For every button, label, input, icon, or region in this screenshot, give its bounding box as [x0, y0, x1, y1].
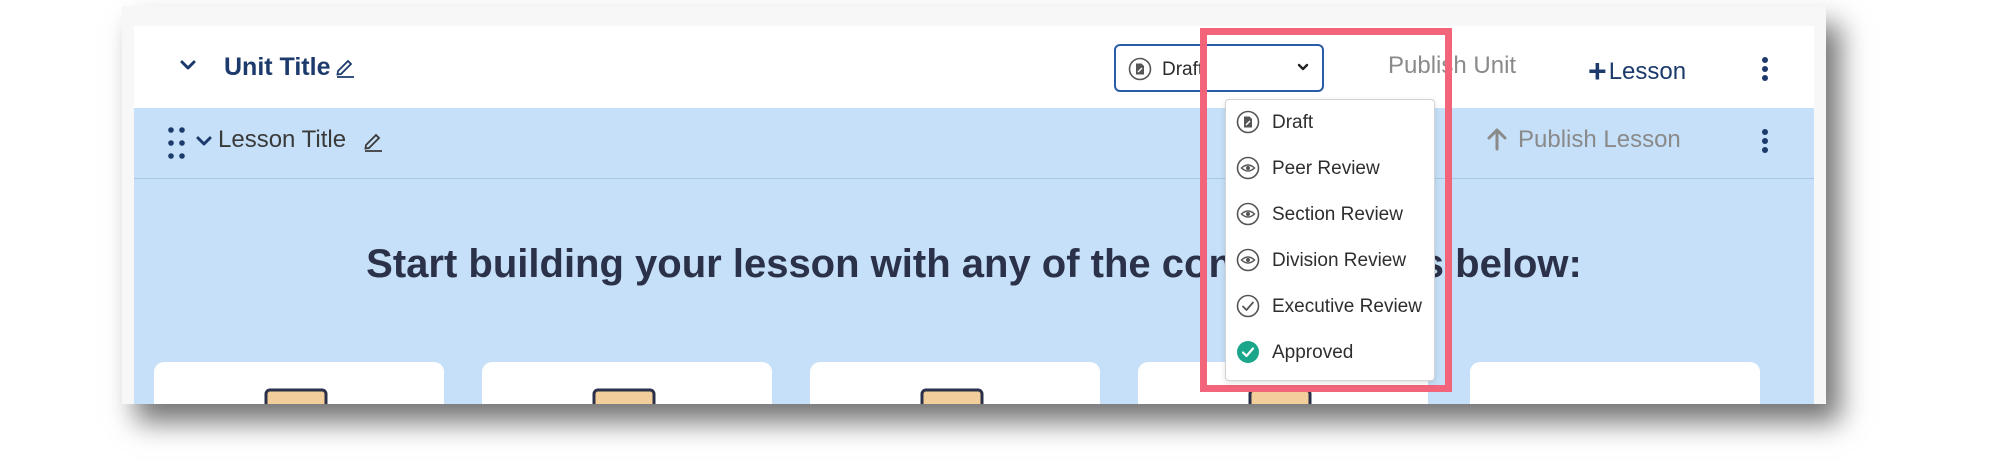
status-option-label: Approved [1272, 342, 1354, 363]
status-option-label: Executive Review [1272, 296, 1422, 317]
unit-header: Unit Title Draft Publish Unit +Lesson [134, 26, 1814, 108]
chevron-down-icon[interactable] [194, 132, 214, 152]
publish-lesson-label: Publish Lesson [1518, 126, 1681, 153]
status-option-section-review[interactable]: Section Review [1226, 194, 1434, 234]
more-vertical-icon[interactable] [1760, 56, 1770, 82]
lesson-area: Lesson Title Publish Lesson Start buildi… [134, 108, 1814, 404]
content-block-icon [264, 388, 328, 404]
more-vertical-icon[interactable] [1760, 128, 1770, 154]
content-block-card[interactable] [482, 362, 772, 404]
content-block-card[interactable] [810, 362, 1100, 404]
content-block-icon [592, 388, 656, 404]
draft-doc-icon [1128, 57, 1152, 81]
status-option-peer-review[interactable]: Peer Review [1226, 148, 1434, 188]
content-block-card[interactable] [154, 362, 444, 404]
status-option-label: Peer Review [1272, 158, 1380, 179]
status-dropdown-menu: Draft Peer Review Section Review Divisio… [1225, 99, 1435, 381]
publish-unit-button[interactable]: Publish Unit [1388, 52, 1516, 80]
status-option-label: Draft [1272, 112, 1314, 133]
approved-check-icon [1237, 341, 1259, 363]
chevron-down-icon[interactable] [178, 56, 198, 76]
content-block-card[interactable] [1470, 362, 1760, 404]
add-lesson-label: Lesson [1608, 58, 1687, 85]
lesson-header: Lesson Title Publish Lesson [134, 108, 1814, 179]
status-option-label: Section Review [1272, 204, 1403, 225]
status-option-label: Division Review [1272, 250, 1407, 271]
content-blocks-prompt: Start building your lesson with any of t… [366, 242, 1582, 286]
drag-handle-icon[interactable] [167, 126, 187, 160]
status-select-value: Draft [1162, 59, 1204, 80]
pencil-edit-icon[interactable] [362, 130, 384, 152]
eye-icon [1236, 248, 1260, 272]
draft-doc-icon [1236, 110, 1260, 134]
chevron-down-icon [1297, 63, 1309, 71]
app-window: Unit Title Draft Publish Unit +Lesson Le… [122, 6, 1826, 404]
plus-icon: + [1588, 53, 1607, 89]
content-block-icon [920, 388, 984, 404]
status-option-approved[interactable]: Approved [1226, 332, 1434, 372]
arrow-up-icon [1487, 128, 1507, 151]
lesson-title: Lesson Title [218, 126, 347, 153]
pencil-edit-icon[interactable] [334, 56, 356, 78]
content-block-icon [1248, 388, 1312, 404]
status-option-division-review[interactable]: Division Review [1226, 240, 1434, 280]
status-select[interactable]: Draft [1114, 44, 1324, 92]
eye-icon [1236, 202, 1260, 226]
status-option-draft[interactable]: Draft [1226, 102, 1434, 142]
eye-icon [1236, 156, 1260, 180]
status-option-executive-review[interactable]: Executive Review [1226, 286, 1434, 326]
check-circle-icon [1236, 294, 1260, 318]
publish-lesson-button[interactable]: Publish Lesson [1486, 126, 1681, 154]
add-lesson-button[interactable]: +Lesson [1588, 50, 1687, 89]
unit-title: Unit Title [224, 53, 331, 81]
